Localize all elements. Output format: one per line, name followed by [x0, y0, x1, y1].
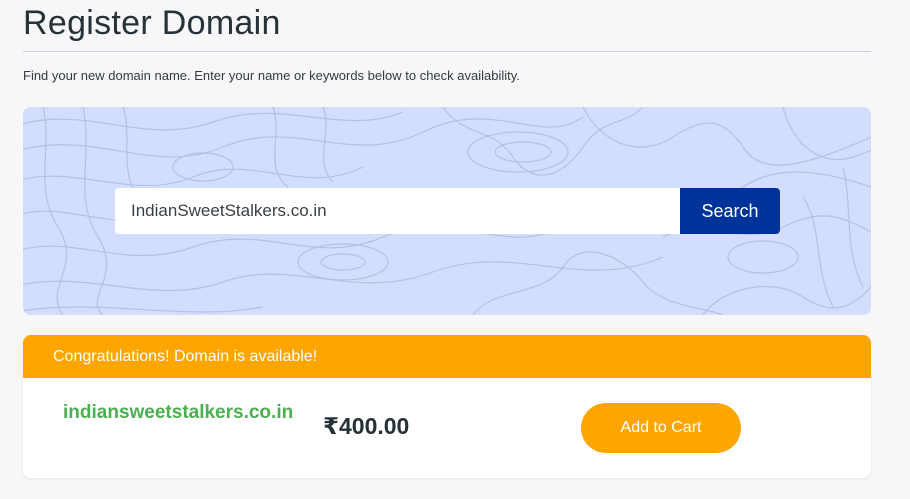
availability-banner: Congratulations! Domain is available! — [23, 335, 871, 378]
add-to-cart-button[interactable]: Add to Cart — [581, 403, 741, 453]
page-title: Register Domain — [23, 4, 281, 42]
domain-price: ₹400.00 — [323, 413, 410, 439]
title-divider — [23, 51, 871, 52]
register-domain-page: Register Domain Find your new domain nam… — [0, 0, 910, 499]
page-subtitle: Find your new domain name. Enter your na… — [23, 68, 520, 83]
search-bar: Search — [115, 188, 780, 234]
domain-search-panel: Search — [23, 107, 871, 315]
available-domain-name: indiansweetstalkers.co.in — [63, 402, 294, 423]
domain-search-input[interactable] — [115, 188, 680, 234]
domain-result-card: Congratulations! Domain is available! in… — [23, 335, 871, 478]
search-button[interactable]: Search — [680, 188, 780, 234]
